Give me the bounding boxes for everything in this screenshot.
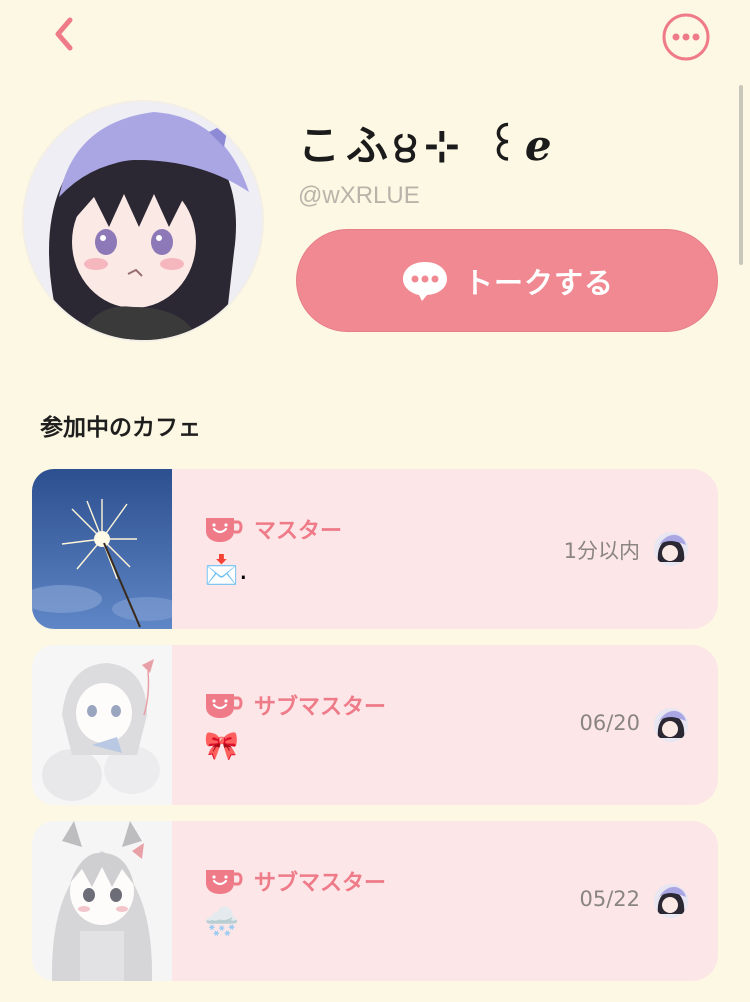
cup-icon [206, 518, 243, 542]
cafe-role-label: サブマスター [254, 695, 387, 720]
cafe-list: マスター 📩. 1分以内 サブマスター 🎀 06/20 サブマスター 🌨️ 05… [32, 469, 718, 997]
cafe-card[interactable]: マスター 📩. 1分以内 [32, 469, 718, 629]
cafe-description: 🎀 [204, 729, 239, 762]
cafe-thumbnail [32, 645, 172, 805]
cafe-member-avatar [654, 532, 688, 566]
cup-icon [206, 870, 243, 894]
cafe-role: マスター [204, 513, 342, 545]
back-button[interactable] [46, 14, 86, 54]
cafe-card[interactable]: サブマスター 🌨️ 05/22 [32, 821, 718, 981]
cafe-role-label: サブマスター [254, 871, 387, 896]
chevron-left-icon [55, 17, 73, 51]
talk-button-label: トークする [463, 265, 614, 300]
profile-avatar[interactable] [24, 102, 262, 340]
cafe-last-active: 05/22 [579, 887, 640, 911]
more-dots-icon [662, 13, 710, 61]
cafe-last-active: 06/20 [579, 711, 640, 735]
cafe-role-label: マスター [254, 519, 343, 544]
cafe-description: 📩. [204, 553, 248, 586]
cafe-role: サブマスター [204, 689, 386, 721]
cafe-thumbnail [32, 821, 172, 981]
scrollbar[interactable] [739, 85, 743, 265]
more-options-button[interactable] [661, 12, 711, 62]
cafe-last-active: 1分以内 [563, 539, 640, 563]
profile-name: こふ੪⊹ ꒰ℯ [298, 121, 558, 170]
cafe-role: サブマスター [204, 865, 386, 897]
profile-handle: @wXRLUE [298, 182, 420, 209]
talk-button[interactable]: トークする [296, 229, 718, 332]
cafe-thumbnail [32, 469, 172, 629]
cafe-description: 🌨️ [204, 905, 239, 938]
joined-cafes-title: 参加中のカフェ [40, 415, 201, 441]
cup-icon [206, 694, 243, 718]
speech-bubble-icon [402, 261, 447, 301]
cafe-card[interactable]: サブマスター 🎀 06/20 [32, 645, 718, 805]
cafe-member-avatar [654, 708, 688, 742]
cafe-member-avatar [654, 884, 688, 918]
